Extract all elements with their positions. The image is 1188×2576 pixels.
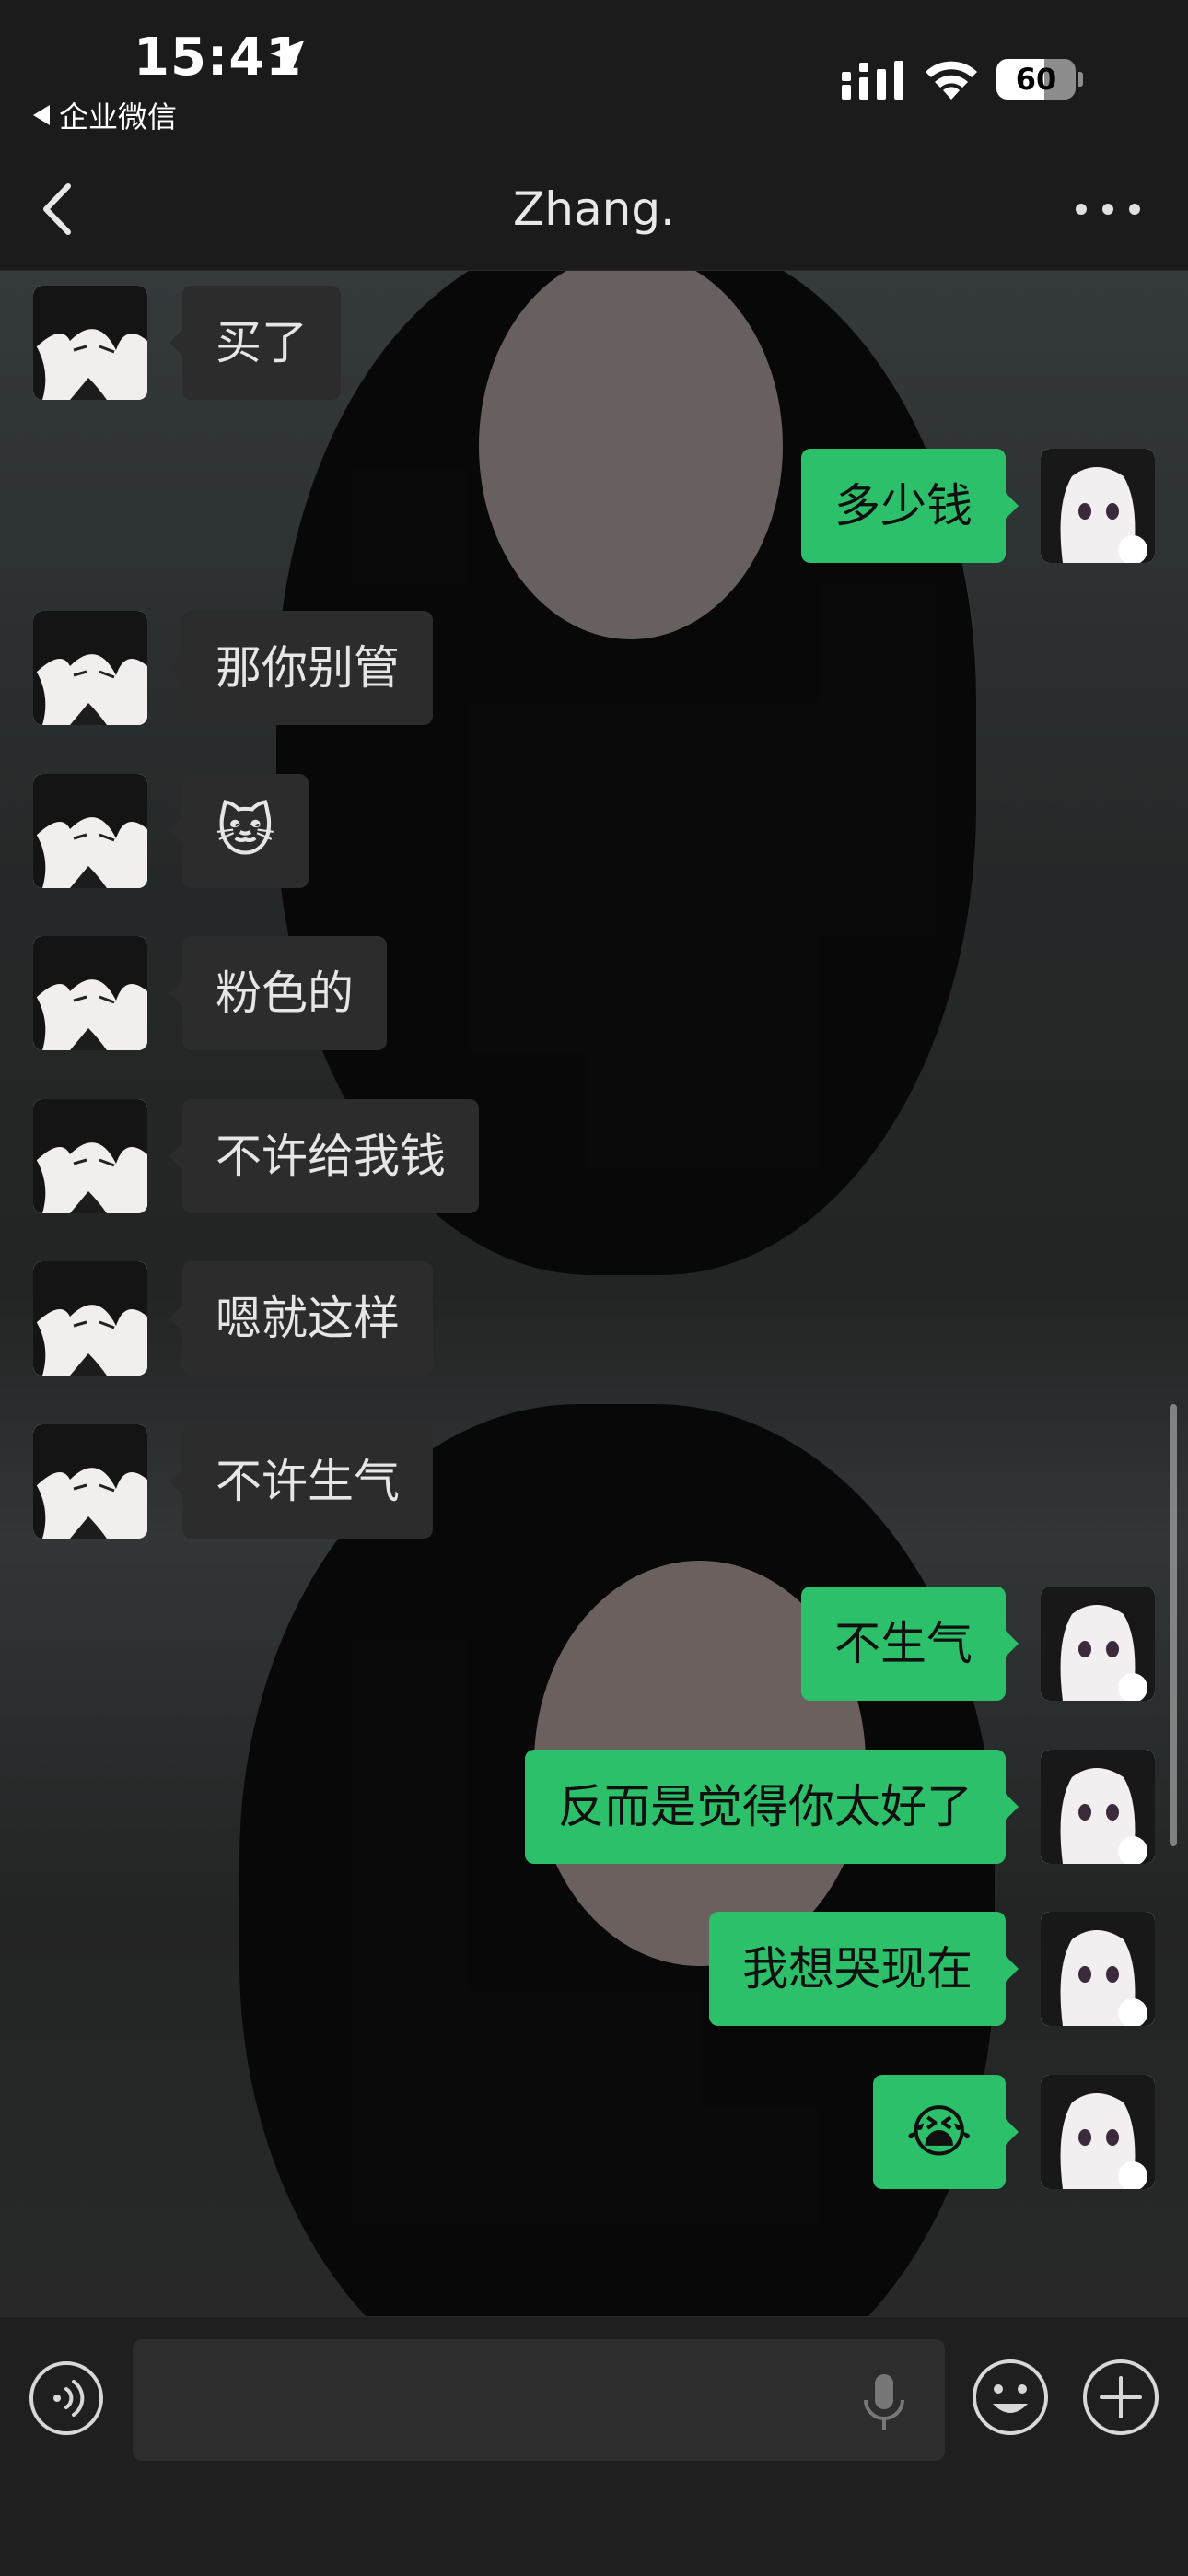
message-row-right: 我想哭现在 bbox=[0, 1912, 1188, 2026]
message-row-left: 🐱 bbox=[0, 773, 1188, 888]
message-row-right: 😭 bbox=[0, 2074, 1188, 2189]
message-bubble[interactable]: 反而是觉得你太好了 bbox=[525, 1749, 1019, 1864]
contact-avatar[interactable] bbox=[33, 773, 147, 888]
voice-mode-icon[interactable] bbox=[28, 2359, 105, 2437]
message-text: 反而是觉得你太好了 bbox=[558, 1779, 973, 1833]
my-avatar[interactable] bbox=[1041, 1587, 1155, 1701]
message-bubble[interactable]: 粉色的 bbox=[169, 936, 387, 1050]
plus-circle-icon[interactable] bbox=[1081, 2358, 1160, 2437]
message-row-left: 不许给我钱 bbox=[0, 1098, 1188, 1213]
cellular-signal-icon bbox=[842, 61, 903, 100]
message-bubble[interactable]: 🐱 bbox=[169, 773, 309, 888]
message-row-left: 那你别管 bbox=[0, 611, 1188, 725]
message-text: 那你别管 bbox=[215, 641, 400, 695]
my-avatar[interactable] bbox=[1041, 2074, 1155, 2189]
contact-avatar[interactable] bbox=[33, 611, 147, 725]
contact-avatar[interactable] bbox=[33, 1098, 147, 1213]
message-input-bar bbox=[0, 2316, 1188, 2576]
message-bubble[interactable]: 我想哭现在 bbox=[709, 1912, 1019, 2026]
message-row-right: 不生气 bbox=[0, 1587, 1188, 1701]
message-bubble[interactable]: 多少钱 bbox=[801, 448, 1019, 563]
my-avatar[interactable] bbox=[1041, 1912, 1155, 2026]
message-text: 嗯就这样 bbox=[215, 1292, 400, 1345]
message-row-left: 粉色的 bbox=[0, 936, 1188, 1050]
message-bubble[interactable]: 😭 bbox=[872, 2074, 1019, 2189]
message-text-field[interactable] bbox=[133, 2339, 945, 2461]
message-row-right: 多少钱 bbox=[0, 448, 1188, 563]
message-row-right: 反而是觉得你太好了 bbox=[0, 1749, 1188, 1864]
chat-header: Zhang. bbox=[0, 147, 1188, 271]
contact-avatar[interactable] bbox=[33, 936, 147, 1050]
battery-indicator: 60 bbox=[996, 59, 1083, 100]
microphone-icon[interactable] bbox=[858, 2371, 910, 2435]
contact-avatar[interactable] bbox=[33, 1423, 147, 1539]
chat-scrollbar[interactable] bbox=[1170, 1404, 1177, 1846]
contact-avatar[interactable] bbox=[33, 1261, 147, 1376]
message-text: 不许给我钱 bbox=[215, 1129, 446, 1183]
location-arrow-icon bbox=[270, 40, 305, 75]
message-bubble[interactable]: 不生气 bbox=[801, 1587, 1019, 1701]
wifi-icon bbox=[926, 61, 977, 100]
message-bubble[interactable]: 嗯就这样 bbox=[169, 1261, 433, 1376]
message-row-left: 买了 bbox=[0, 286, 1188, 400]
crying-face-emoji: 😭 bbox=[905, 2097, 973, 2165]
message-text: 不许生气 bbox=[215, 1454, 400, 1508]
message-bubble[interactable]: 买了 bbox=[169, 286, 341, 400]
my-avatar[interactable] bbox=[1041, 1749, 1155, 1864]
message-text: 粉色的 bbox=[215, 966, 354, 1020]
status-bar: 15:41 企业微信 60 bbox=[0, 0, 1188, 147]
battery-percent: 60 bbox=[1015, 62, 1057, 97]
message-text: 多少钱 bbox=[834, 478, 973, 533]
message-bubble[interactable]: 不许生气 bbox=[169, 1423, 433, 1539]
message-bubble[interactable]: 不许给我钱 bbox=[169, 1098, 479, 1213]
message-bubble[interactable]: 那你别管 bbox=[169, 611, 433, 725]
message-row-left: 不许生气 bbox=[0, 1423, 1188, 1539]
message-text: 我想哭现在 bbox=[742, 1942, 973, 1996]
my-avatar[interactable] bbox=[1041, 448, 1155, 563]
back-to-app-link[interactable]: 企业微信 bbox=[33, 94, 177, 136]
message-text: 买了 bbox=[215, 316, 308, 369]
contact-avatar[interactable] bbox=[33, 286, 147, 400]
back-app-label: 企业微信 bbox=[59, 100, 178, 135]
chat-message-list[interactable]: 买了多少钱那你别管 🐱 粉色的不许给我钱嗯就这样不许生气不生气反而是觉得你太好了我想… bbox=[0, 271, 1188, 2316]
message-text: 不生气 bbox=[834, 1617, 973, 1670]
back-triangle-icon bbox=[33, 105, 50, 125]
chat-title: Zhang. bbox=[513, 182, 675, 236]
ellipsis-icon[interactable] bbox=[1076, 195, 1140, 223]
smirking-cat-emoji: 🐱 bbox=[215, 796, 275, 864]
message-row-left: 嗯就这样 bbox=[0, 1261, 1188, 1376]
smiley-face-icon[interactable] bbox=[971, 2358, 1050, 2437]
